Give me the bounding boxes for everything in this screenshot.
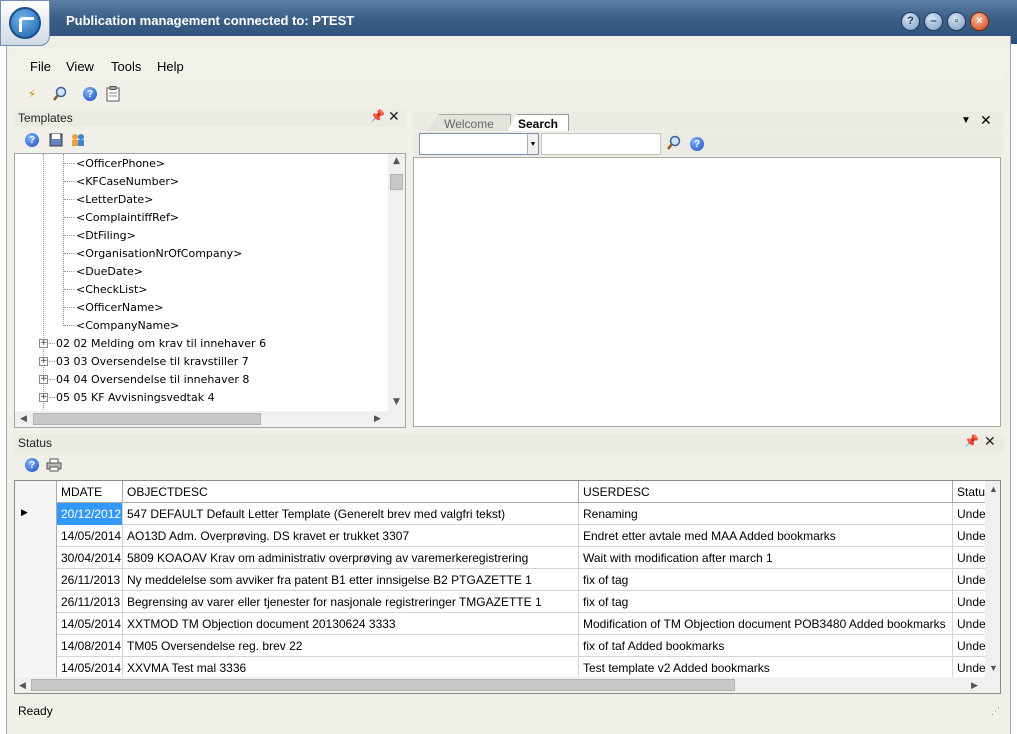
row-selector[interactable]	[15, 613, 57, 635]
status-bar: Ready ⋰	[14, 700, 1004, 722]
table-row[interactable]: 14/05/2014 AO13D Adm. Overprøving. DS kr…	[15, 525, 1000, 547]
menu-file[interactable]: File	[30, 59, 51, 74]
table-row[interactable]: 26/11/2013 Ny meddelelse som avviker fra…	[15, 569, 1000, 591]
search-icon[interactable]	[52, 86, 68, 102]
scroll-thumb[interactable]	[390, 174, 403, 190]
tree-field-item[interactable]: <ComplaintiffRef>	[15, 209, 385, 227]
main-toolbar: ⚡ ?	[14, 84, 1004, 106]
close-window-button[interactable]: ×	[970, 12, 989, 31]
current-row-icon: ▶	[21, 507, 28, 517]
tree-group-item[interactable]: + 03 03 Oversendelse til kravstiller 7	[15, 353, 385, 371]
pin-icon[interactable]: 📌	[964, 434, 979, 448]
grid-header: MDATE OBJECTDESC USERDESC Status	[15, 481, 1000, 503]
row-selector[interactable]: ▶	[15, 503, 57, 525]
print-icon[interactable]	[46, 457, 62, 473]
help-icon[interactable]: ?	[82, 86, 98, 102]
help-icon[interactable]: ?	[689, 136, 705, 152]
status-panel-header: Status 📌 ✕	[14, 433, 1004, 452]
help-icon[interactable]: ?	[24, 132, 40, 148]
templates-tree[interactable]: <OfficerPhone> <KFCaseNumber> <LetterDat…	[14, 153, 406, 428]
window-title: Publication management connected to: PTE…	[66, 13, 355, 28]
column-header-userdesc[interactable]: USERDESC	[579, 481, 953, 503]
status-text: Ready	[18, 704, 53, 718]
help-icon[interactable]: ?	[24, 457, 40, 473]
chevron-down-icon[interactable]: ▼	[527, 134, 538, 154]
templates-vertical-scrollbar[interactable]: ▲ ▼	[388, 154, 405, 411]
status-grid[interactable]: MDATE OBJECTDESC USERDESC Status ▶ 20/12…	[14, 480, 1001, 694]
grid-horizontal-scrollbar[interactable]: ◀ ▶	[15, 677, 1000, 693]
tab-welcome[interactable]: Welcome	[427, 114, 511, 131]
scroll-thumb[interactable]	[31, 679, 735, 691]
templates-horizontal-scrollbar[interactable]: ◀ ▶	[15, 411, 405, 427]
row-selector[interactable]	[15, 569, 57, 591]
clipboard-icon[interactable]	[105, 86, 121, 102]
table-row[interactable]: 30/04/2014 5809 KOAOAV Krav om administr…	[15, 547, 1000, 569]
expand-icon[interactable]: +	[39, 357, 48, 366]
expand-icon[interactable]: +	[39, 375, 48, 384]
templates-panel-title: Templates	[18, 111, 73, 125]
menu-help[interactable]: Help	[157, 59, 184, 74]
column-header-status[interactable]: Status	[953, 481, 985, 503]
maximize-button[interactable]: ▫	[947, 12, 966, 31]
search-input[interactable]	[541, 133, 661, 155]
help-window-button[interactable]: ?	[901, 12, 920, 31]
tree-field-item[interactable]: <LetterDate>	[15, 191, 385, 209]
row-selector[interactable]	[15, 525, 57, 547]
menu-view[interactable]: View	[66, 59, 94, 74]
row-selector[interactable]	[15, 657, 57, 679]
tree-field-item[interactable]: <DueDate>	[15, 263, 385, 281]
search-toolbar: ▼ ?	[413, 132, 1003, 156]
tree-field-item[interactable]: <OfficerPhone>	[15, 155, 385, 173]
search-results-area	[413, 157, 1001, 427]
expand-icon[interactable]: +	[39, 393, 48, 402]
table-row[interactable]: 14/05/2014 XXVMA Test mal 3336 Test temp…	[15, 657, 1000, 679]
menu-tools[interactable]: Tools	[111, 59, 141, 74]
save-icon[interactable]	[48, 132, 64, 148]
row-selector[interactable]	[15, 635, 57, 657]
templates-panel-header: Templates 📌 ✕	[14, 108, 406, 127]
tree-group-item[interactable]: + 05 05 KF Avvisningsvedtak 4	[15, 389, 385, 407]
app-logo-icon[interactable]	[0, 0, 50, 46]
tree-field-item[interactable]: <DtFiling>	[15, 227, 385, 245]
resize-grip-icon[interactable]: ⋰	[991, 706, 1000, 717]
menu-bar: File View Tools Help	[14, 54, 1004, 78]
table-row[interactable]: ▶ 20/12/2012 547 DEFAULT Default Letter …	[15, 503, 1000, 525]
row-selector[interactable]	[15, 591, 57, 613]
tree-group-item[interactable]: + 04 04 Oversendelse til innehaver 8	[15, 371, 385, 389]
tree-group-item[interactable]: + 02 02 Melding om krav til innehaver 6	[15, 335, 385, 353]
close-templates-icon[interactable]: ✕	[388, 108, 400, 125]
tree-field-item[interactable]: <KFCaseNumber>	[15, 173, 385, 191]
column-header-mdate[interactable]: MDATE	[57, 481, 123, 503]
tree-field-item[interactable]: <OrganisationNrOfCompany>	[15, 245, 385, 263]
search-icon[interactable]	[666, 135, 682, 151]
scroll-thumb[interactable]	[33, 413, 261, 425]
expand-icon[interactable]: +	[39, 339, 48, 348]
people-icon[interactable]	[70, 132, 86, 148]
minimize-button[interactable]: –	[924, 12, 943, 31]
status-panel-title: Status	[18, 436, 53, 450]
table-row[interactable]: 14/08/2014 TM05 Oversendelse reg. brev 2…	[15, 635, 1000, 657]
document-tabs: Welcome Search ▼ ✕	[413, 112, 1003, 131]
tab-search[interactable]: Search	[507, 114, 569, 131]
pin-icon[interactable]: 📌	[370, 109, 385, 123]
tree-field-item[interactable]: <CheckList>	[15, 281, 385, 299]
tree-field-item[interactable]: <OfficerName>	[15, 299, 385, 317]
row-selector[interactable]	[15, 547, 57, 569]
templates-toolbar: ?	[14, 130, 406, 150]
search-field-select[interactable]: ▼	[419, 133, 539, 155]
status-toolbar: ?	[14, 455, 1004, 475]
lightning-icon[interactable]: ⚡	[24, 86, 40, 102]
column-header-objectdesc[interactable]: OBJECTDESC	[123, 481, 579, 503]
close-tab-icon[interactable]: ✕	[980, 112, 992, 129]
tree-field-item[interactable]: <CompanyName>	[15, 317, 385, 335]
table-row[interactable]: 26/11/2013 Begrensing av varer eller tje…	[15, 591, 1000, 613]
tab-list-dropdown-icon[interactable]: ▼	[961, 115, 971, 126]
close-status-icon[interactable]: ✕	[984, 433, 996, 450]
table-row[interactable]: 14/05/2014 XXTMOD TM Objection document …	[15, 613, 1000, 635]
grid-vertical-scrollbar[interactable]: ▲ ▼	[985, 481, 1000, 677]
